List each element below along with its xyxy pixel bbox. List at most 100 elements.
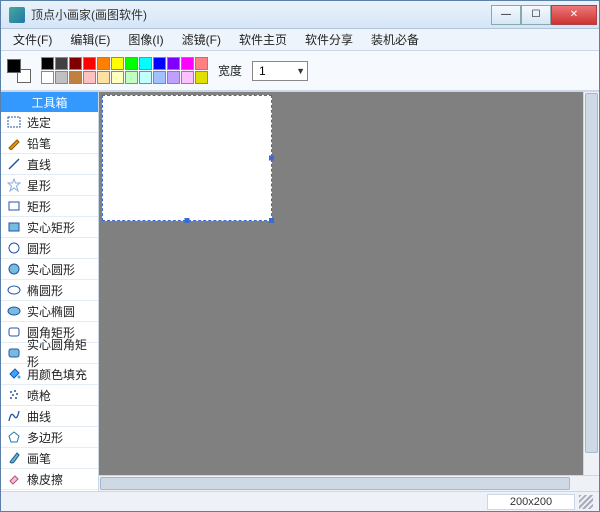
palette-swatch[interactable] [125, 57, 138, 70]
tool-line[interactable]: 直线 [1, 154, 98, 175]
resize-handle-bottom[interactable] [185, 218, 190, 223]
hscroll-thumb[interactable] [100, 477, 570, 490]
canvas-area[interactable] [99, 92, 599, 475]
curve-icon [7, 409, 21, 423]
palette-swatch[interactable] [195, 57, 208, 70]
vertical-scrollbar[interactable] [583, 92, 599, 475]
resize-handle-corner[interactable] [269, 218, 274, 223]
minimize-button[interactable]: — [491, 5, 521, 25]
tool-label: 实心椭圆 [27, 303, 75, 320]
palette-swatch[interactable] [111, 71, 124, 84]
tool-pencil[interactable]: 铅笔 [1, 133, 98, 154]
palette-swatch[interactable] [69, 57, 82, 70]
tool-label: 喷枪 [27, 387, 51, 404]
rect-icon [7, 199, 21, 213]
color-fgbg[interactable] [7, 59, 31, 83]
tool-label: 实心矩形 [27, 219, 75, 236]
maximize-button[interactable]: ☐ [521, 5, 551, 25]
tool-roundrect-fill[interactable]: 实心圆角矩形 [1, 343, 98, 364]
tool-rect-fill[interactable]: 实心矩形 [1, 217, 98, 238]
palette-swatch[interactable] [153, 71, 166, 84]
window-buttons: — ☐ ✕ [491, 5, 597, 25]
app-window: 顶点小画家(画图软件) — ☐ ✕ 文件(F) 编辑(E) 图像(I) 滤镜(F… [0, 0, 600, 512]
palette-swatch[interactable] [41, 57, 54, 70]
tool-label: 实心圆形 [27, 261, 75, 278]
tool-ellipse-fill[interactable]: 实心椭圆 [1, 301, 98, 322]
pencil-icon [7, 136, 21, 150]
tool-label: 直线 [27, 156, 51, 173]
menu-filter[interactable]: 滤镜(F) [174, 29, 229, 50]
palette-swatch[interactable] [41, 71, 54, 84]
resize-grip-icon[interactable] [579, 495, 593, 509]
status-dimensions: 200x200 [487, 494, 575, 510]
dropdown-arrow-icon: ▼ [296, 66, 305, 76]
tool-star[interactable]: 星形 [1, 175, 98, 196]
tool-curve[interactable]: 曲线 [1, 406, 98, 427]
tool-select[interactable]: 选定 [1, 112, 98, 133]
tool-label: 选定 [27, 114, 51, 131]
ellipse-fill-icon [7, 304, 21, 318]
palette-swatch[interactable] [55, 71, 68, 84]
tool-label: 星形 [27, 177, 51, 194]
palette-swatch[interactable] [195, 71, 208, 84]
select-icon [7, 115, 21, 129]
brush-icon [7, 451, 21, 465]
tool-label: 用颜色填充 [27, 366, 87, 383]
palette-swatch[interactable] [153, 57, 166, 70]
palette-swatch[interactable] [83, 71, 96, 84]
tool-polygon[interactable]: 多边形 [1, 427, 98, 448]
tool-label: 曲线 [27, 408, 51, 425]
resize-handle-right[interactable] [269, 156, 274, 161]
toolbox-header: 工具箱 [1, 92, 98, 112]
palette-swatch[interactable] [167, 57, 180, 70]
tool-label: 多边形 [27, 429, 63, 446]
roundrect-icon [7, 325, 21, 339]
menu-share[interactable]: 软件分享 [297, 29, 361, 50]
palette-swatch[interactable] [83, 57, 96, 70]
tool-label: 橡皮擦 [27, 471, 63, 488]
palette-swatch[interactable] [139, 57, 152, 70]
tool-brush[interactable]: 画笔 [1, 448, 98, 469]
palette-swatch[interactable] [111, 57, 124, 70]
menu-file[interactable]: 文件(F) [5, 29, 60, 50]
palette-swatch[interactable] [125, 71, 138, 84]
app-icon [9, 7, 25, 23]
rect-fill-icon [7, 220, 21, 234]
palette-swatch[interactable] [167, 71, 180, 84]
tool-circle[interactable]: 圆形 [1, 238, 98, 259]
palette-swatch[interactable] [139, 71, 152, 84]
titlebar[interactable]: 顶点小画家(画图软件) — ☐ ✕ [1, 1, 599, 29]
palette-swatch[interactable] [181, 57, 194, 70]
line-icon [7, 157, 21, 171]
palette-swatch[interactable] [97, 71, 110, 84]
tool-eraser[interactable]: 橡皮擦 [1, 469, 98, 490]
palette-swatch[interactable] [55, 57, 68, 70]
menu-essentials[interactable]: 装机必备 [363, 29, 427, 50]
fg-color-swatch[interactable] [7, 59, 21, 73]
roundrect-fill-icon [7, 346, 21, 360]
menu-image[interactable]: 图像(I) [120, 29, 171, 50]
tool-spray[interactable]: 喷枪 [1, 385, 98, 406]
horizontal-scrollbar[interactable] [99, 475, 599, 491]
vscroll-thumb[interactable] [585, 93, 598, 453]
tool-rect[interactable]: 矩形 [1, 196, 98, 217]
star-icon [7, 178, 21, 192]
palette-swatch[interactable] [97, 57, 110, 70]
width-select[interactable]: 1 ▼ [252, 61, 308, 81]
menu-edit[interactable]: 编辑(E) [62, 29, 118, 50]
menu-homepage[interactable]: 软件主页 [231, 29, 295, 50]
eraser-icon [7, 472, 21, 486]
bucket-icon [7, 367, 21, 381]
tool-circle-fill[interactable]: 实心圆形 [1, 259, 98, 280]
tool-ellipse[interactable]: 椭圆形 [1, 280, 98, 301]
canvas[interactable] [102, 95, 272, 221]
tool-label: 圆形 [27, 240, 51, 257]
canvas-wrap [99, 92, 599, 491]
window-title: 顶点小画家(画图软件) [31, 6, 491, 23]
palette-swatch[interactable] [181, 71, 194, 84]
palette-swatch[interactable] [69, 71, 82, 84]
width-value: 1 [259, 64, 266, 78]
tool-bucket[interactable]: 用颜色填充 [1, 364, 98, 385]
close-button[interactable]: ✕ [551, 5, 597, 25]
tool-label: 矩形 [27, 198, 51, 215]
